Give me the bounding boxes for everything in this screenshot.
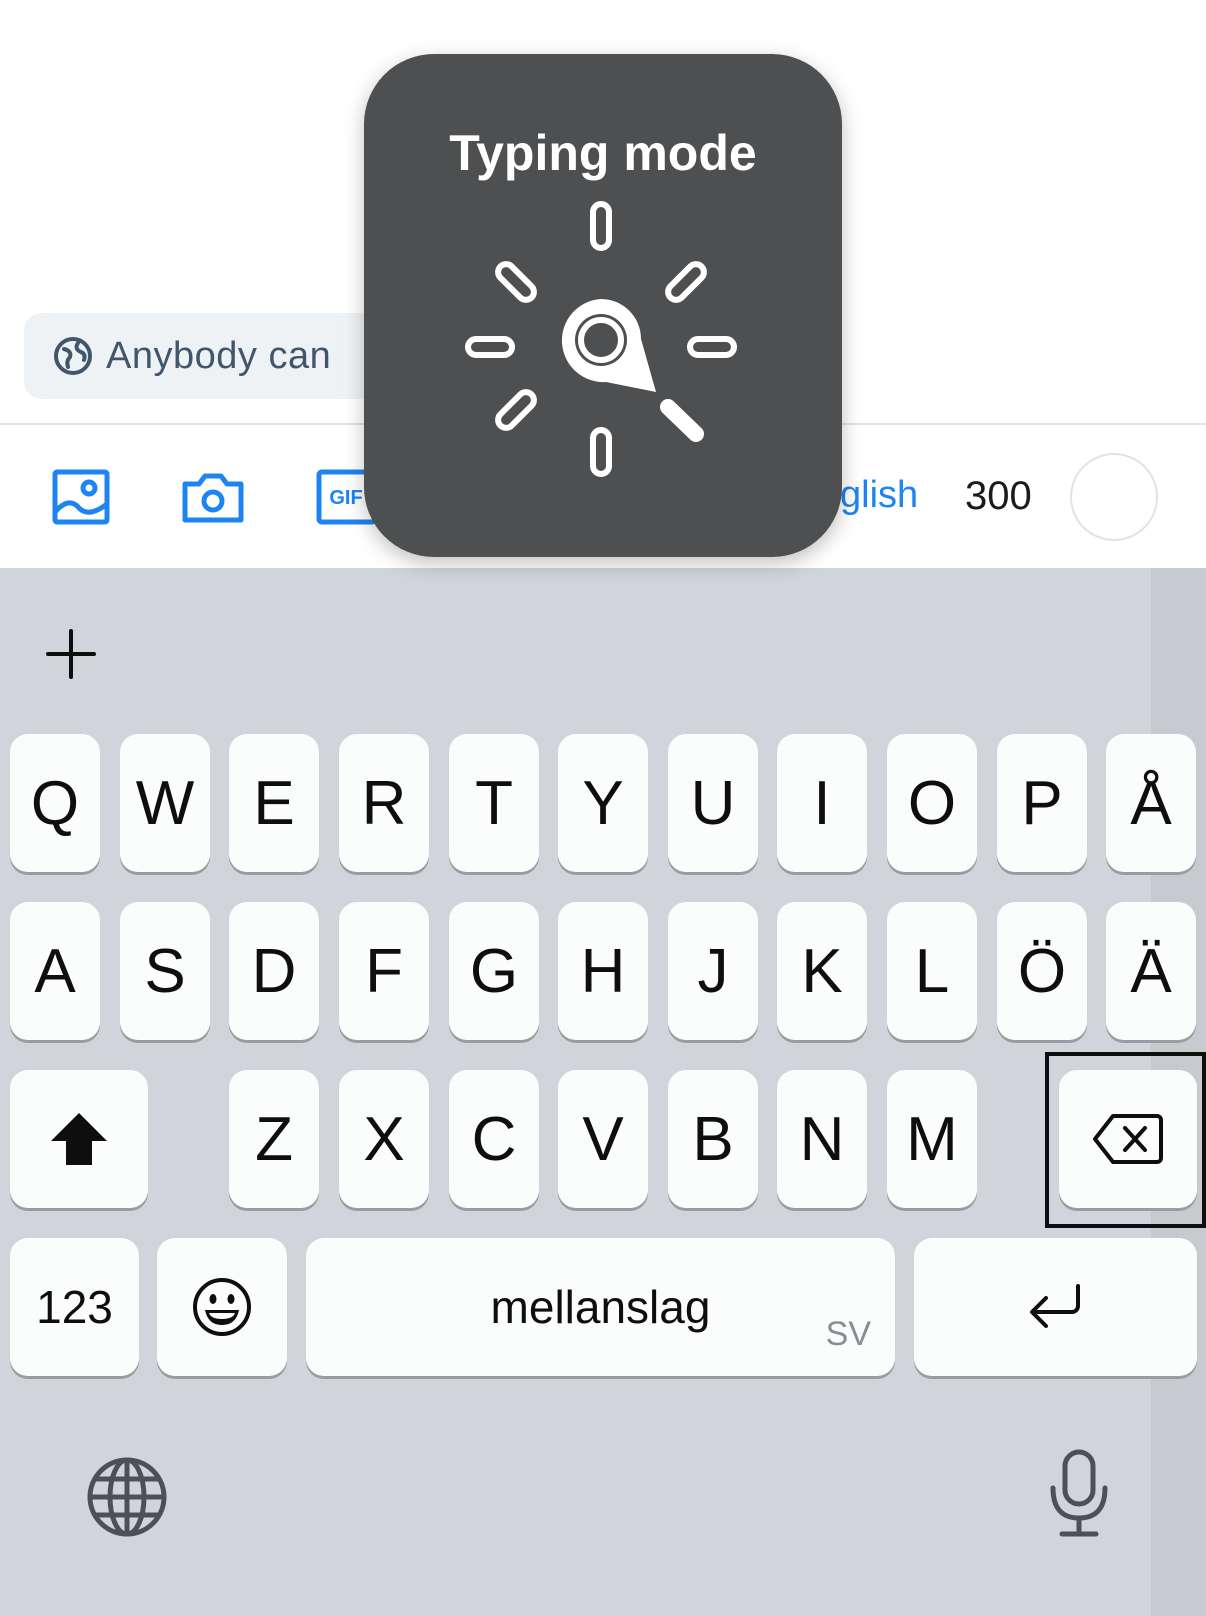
key-u[interactable]: U	[668, 734, 758, 872]
return-key[interactable]	[914, 1238, 1197, 1376]
key-q[interactable]: Q	[10, 734, 100, 872]
key-a-umlaut[interactable]: Ä	[1106, 902, 1196, 1040]
key-o[interactable]: O	[887, 734, 977, 872]
key-f[interactable]: F	[339, 902, 429, 1040]
emoji-key[interactable]	[157, 1238, 287, 1376]
key-j[interactable]: J	[668, 902, 758, 1040]
return-icon	[1029, 1284, 1080, 1328]
globe-keyboard-icon[interactable]	[86, 1456, 168, 1538]
shift-key[interactable]	[10, 1070, 148, 1208]
focus-indicator	[1045, 1052, 1206, 1228]
key-c[interactable]: C	[449, 1070, 539, 1208]
emoji-icon	[193, 1278, 251, 1336]
key-s[interactable]: S	[120, 902, 210, 1040]
key-p[interactable]: P	[997, 734, 1087, 872]
key-v[interactable]: V	[558, 1070, 648, 1208]
key-m[interactable]: M	[887, 1070, 977, 1208]
key-r[interactable]: R	[339, 734, 429, 872]
character-count: 300	[965, 474, 1032, 518]
image-icon[interactable]	[52, 466, 114, 528]
key-h[interactable]: H	[558, 902, 648, 1040]
hud-title: Typing mode	[449, 125, 757, 181]
key-e[interactable]: E	[229, 734, 319, 872]
key-z[interactable]: Z	[229, 1070, 319, 1208]
language-selector[interactable]: glish	[840, 474, 918, 517]
key-o-umlaut[interactable]: Ö	[997, 902, 1087, 1040]
touch-typing-icon	[465, 201, 737, 477]
plus-icon[interactable]	[40, 623, 102, 685]
key-l[interactable]: L	[887, 902, 977, 1040]
key-t[interactable]: T	[449, 734, 539, 872]
keyboard-language-label: SV	[825, 1315, 871, 1353]
key-y[interactable]: Y	[558, 734, 648, 872]
space-label: mellanslag	[490, 1281, 711, 1333]
key-k[interactable]: K	[777, 902, 867, 1040]
key-b[interactable]: B	[668, 1070, 758, 1208]
key-a[interactable]: A	[10, 902, 100, 1040]
shift-icon	[51, 1113, 107, 1165]
progress-ring	[1070, 453, 1158, 541]
microphone-icon[interactable]	[1046, 1448, 1112, 1540]
numbers-key[interactable]: 123	[10, 1238, 139, 1376]
audience-label: Anybody can	[106, 334, 332, 377]
key-d[interactable]: D	[229, 902, 319, 1040]
space-key[interactable]: mellanslag SV	[306, 1238, 895, 1376]
globe-icon	[54, 337, 92, 375]
key-n[interactable]: N	[777, 1070, 867, 1208]
typing-mode-hud: Typing mode	[364, 54, 842, 557]
key-w[interactable]: W	[120, 734, 210, 872]
key-g[interactable]: G	[449, 902, 539, 1040]
key-x[interactable]: X	[339, 1070, 429, 1208]
key-a-ring[interactable]: Å	[1106, 734, 1196, 872]
key-i[interactable]: I	[777, 734, 867, 872]
svg-text:GIF: GIF	[329, 487, 362, 509]
camera-icon[interactable]	[182, 466, 244, 528]
